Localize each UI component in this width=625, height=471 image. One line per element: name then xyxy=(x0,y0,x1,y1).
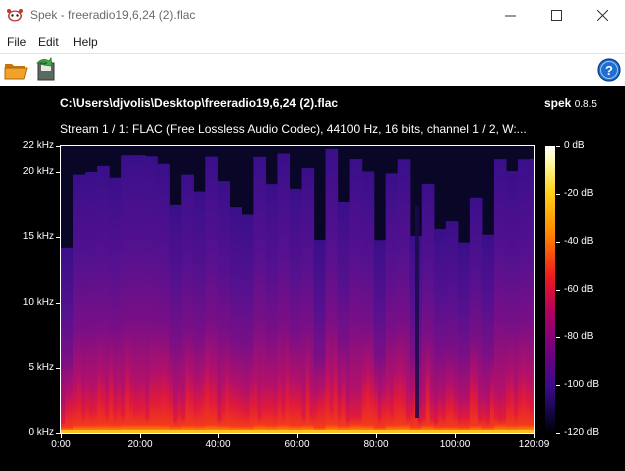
minimize-icon xyxy=(504,15,516,17)
toolbar: ? xyxy=(0,53,625,86)
maximize-button[interactable] xyxy=(533,0,579,31)
y-tick-label: 15 kHz xyxy=(22,231,54,242)
colorbar-label: -60 dB xyxy=(564,284,594,295)
x-tick xyxy=(218,434,219,438)
menu-bar: File Edit Help xyxy=(0,31,625,53)
file-path: C:\Users\djvolis\Desktop\freeradio19,6,2… xyxy=(60,96,339,110)
minimize-button[interactable] xyxy=(487,0,533,31)
stream-info: Stream 1 / 1: FLAC (Free Lossless Audio … xyxy=(60,122,527,136)
y-tick xyxy=(56,146,60,147)
plot-frame xyxy=(60,145,535,434)
x-tick-label: 60:00 xyxy=(284,439,310,450)
x-tick-label: 0:00 xyxy=(51,439,71,450)
y-tick xyxy=(56,303,60,304)
folder-open-icon xyxy=(4,64,28,80)
help-button[interactable]: ? xyxy=(596,57,622,83)
colorbar xyxy=(545,146,555,433)
colorbar-tick xyxy=(556,385,560,386)
x-tick xyxy=(455,434,456,438)
colorbar-tick xyxy=(556,194,560,195)
colorbar-tick xyxy=(556,290,560,291)
spek-app-icon xyxy=(7,9,23,22)
colorbar-tick xyxy=(556,146,560,147)
x-tick-label: 120:09 xyxy=(518,439,550,450)
colorbar-label: -80 dB xyxy=(564,331,594,342)
colorbar-label: -40 dB xyxy=(564,236,594,247)
x-tick xyxy=(376,434,377,438)
open-button[interactable] xyxy=(3,57,29,83)
close-button[interactable] xyxy=(579,0,625,31)
save-icon xyxy=(36,56,55,81)
colorbar-label: -20 dB xyxy=(564,188,594,199)
y-tick xyxy=(56,433,60,434)
y-tick-label: 22 kHz xyxy=(22,140,54,151)
colorbar-tick xyxy=(556,242,560,243)
x-tick-label: 100:00 xyxy=(439,439,471,450)
x-tick xyxy=(140,434,141,438)
x-tick xyxy=(534,434,535,438)
menu-help[interactable]: Help xyxy=(73,35,98,49)
svg-text:?: ? xyxy=(605,63,613,78)
brand-version: 0.8.5 xyxy=(574,99,597,110)
title-bar: Spek - freeradio19,6,24 (2).flac xyxy=(0,0,625,31)
y-tick-label: 10 kHz xyxy=(22,297,54,308)
x-tick xyxy=(297,434,298,438)
y-tick-label: 20 kHz xyxy=(22,166,54,177)
maximize-icon xyxy=(550,10,562,21)
y-tick-label: 5 kHz xyxy=(28,362,54,373)
colorbar-label: -100 dB xyxy=(564,379,600,390)
y-tick xyxy=(56,172,60,173)
y-tick xyxy=(56,237,60,238)
window-title: Spek - freeradio19,6,24 (2).flac xyxy=(30,8,196,22)
x-tick-label: 40:00 xyxy=(205,439,231,450)
y-tick xyxy=(56,368,60,369)
menu-file[interactable]: File xyxy=(7,35,26,49)
x-tick-label: 20:00 xyxy=(127,439,153,450)
menu-edit[interactable]: Edit xyxy=(38,35,59,49)
colorbar-tick xyxy=(556,433,560,434)
colorbar-label: -120 dB xyxy=(564,427,600,438)
colorbar-tick xyxy=(556,337,560,338)
spectrum-view: C:\Users\djvolis\Desktop\freeradio19,6,2… xyxy=(0,86,625,471)
brand-name: spek xyxy=(544,96,572,110)
x-tick-label: 80:00 xyxy=(363,439,389,450)
colorbar-label: 0 dB xyxy=(564,140,585,151)
brand-label: spek 0.8.5 xyxy=(544,96,597,110)
save-button[interactable] xyxy=(33,56,59,83)
help-icon: ? xyxy=(597,58,621,82)
y-tick-label: 0 kHz xyxy=(28,427,54,438)
close-icon xyxy=(596,10,608,21)
x-tick xyxy=(61,434,62,438)
